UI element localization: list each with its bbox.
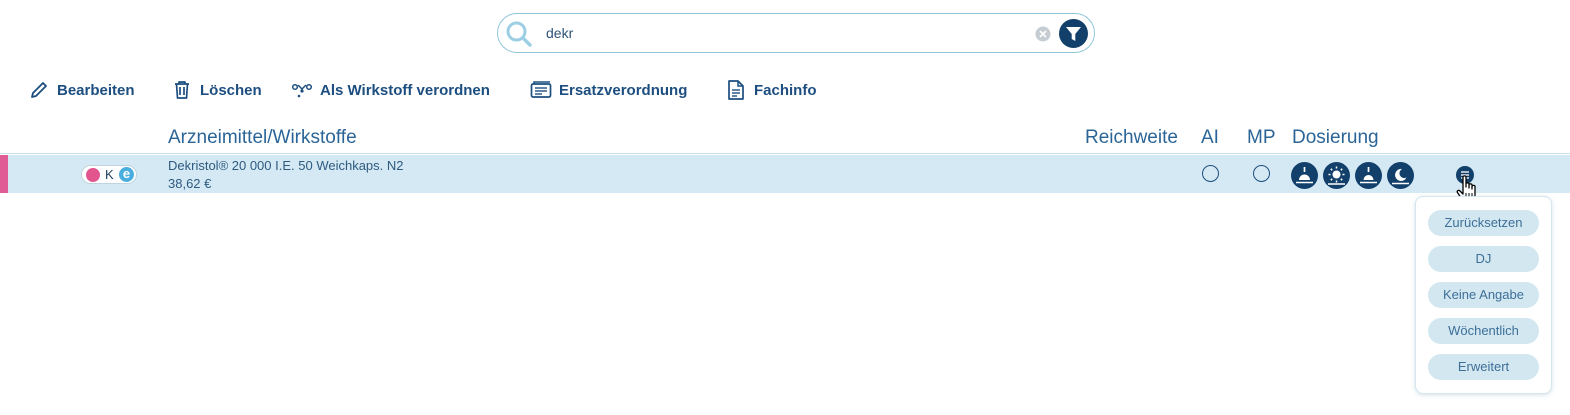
document-icon [728,80,744,100]
mp-radio[interactable] [1253,165,1270,182]
column-header-ai[interactable]: AI [1201,127,1219,149]
sun-icon[interactable] [1323,162,1350,189]
pills-icon [291,83,313,98]
column-header-drug[interactable]: Arzneimittel/Wirkstoffe [168,127,357,149]
drug-price: 38,62 € [168,176,212,191]
menu-item-extended[interactable]: Erweitert [1428,354,1539,380]
substance-label: Als Wirkstoff verordnen [320,81,490,99]
sunrise-icon[interactable] [1291,162,1318,189]
replacement-prescription-button[interactable]: Ersatzverordnung [530,78,687,102]
status-badge: K e [81,165,137,184]
search-input[interactable] [546,22,1006,44]
edit-button[interactable]: Bearbeiten [28,78,135,102]
fachinfo-button[interactable]: Fachinfo [725,78,817,102]
delete-label: Löschen [200,81,262,99]
row-marker [0,155,8,193]
drug-name[interactable]: Dekristol® 20 000 I.E. 50 Weichkaps. N2 [168,158,404,173]
badge-e-letter: e [122,166,131,181]
menu-item-dj[interactable]: DJ [1428,246,1539,272]
badge-letter: K [105,167,114,182]
e-badge-icon: e [119,166,134,182]
replacement-label: Ersatzverordnung [559,81,688,99]
pencil-icon [31,82,47,98]
prescribe-as-substance-button[interactable]: Als Wirkstoff verordnen [291,78,490,102]
search-bar [497,13,1095,53]
prescription-card-icon [530,81,552,98]
sunset-icon[interactable] [1355,162,1382,189]
dosage-popup-menu: Zurücksetzen DJ Keine Angabe Wöchentlich… [1415,196,1552,394]
column-header-mp[interactable]: MP [1247,127,1276,149]
edit-label: Bearbeiten [57,81,135,99]
menu-item-reset[interactable]: Zurücksetzen [1428,210,1539,236]
moon-icon[interactable] [1387,162,1414,189]
menu-item-weekly[interactable]: Wöchentlich [1428,318,1539,344]
filter-icon[interactable] [1059,19,1088,48]
header-divider [0,153,1570,154]
trash-icon [175,81,189,99]
delete-button[interactable]: Löschen [171,78,262,102]
column-header-dosage[interactable]: Dosierung [1292,127,1379,149]
clear-search-icon[interactable] [1035,26,1051,42]
pink-dot-icon [86,168,100,182]
menu-item-no-info[interactable]: Keine Angabe [1428,282,1539,308]
column-header-reach[interactable]: Reichweite [1085,127,1178,149]
ai-radio[interactable] [1202,165,1219,182]
search-icon[interactable] [505,20,533,48]
fachinfo-label: Fachinfo [754,81,817,99]
